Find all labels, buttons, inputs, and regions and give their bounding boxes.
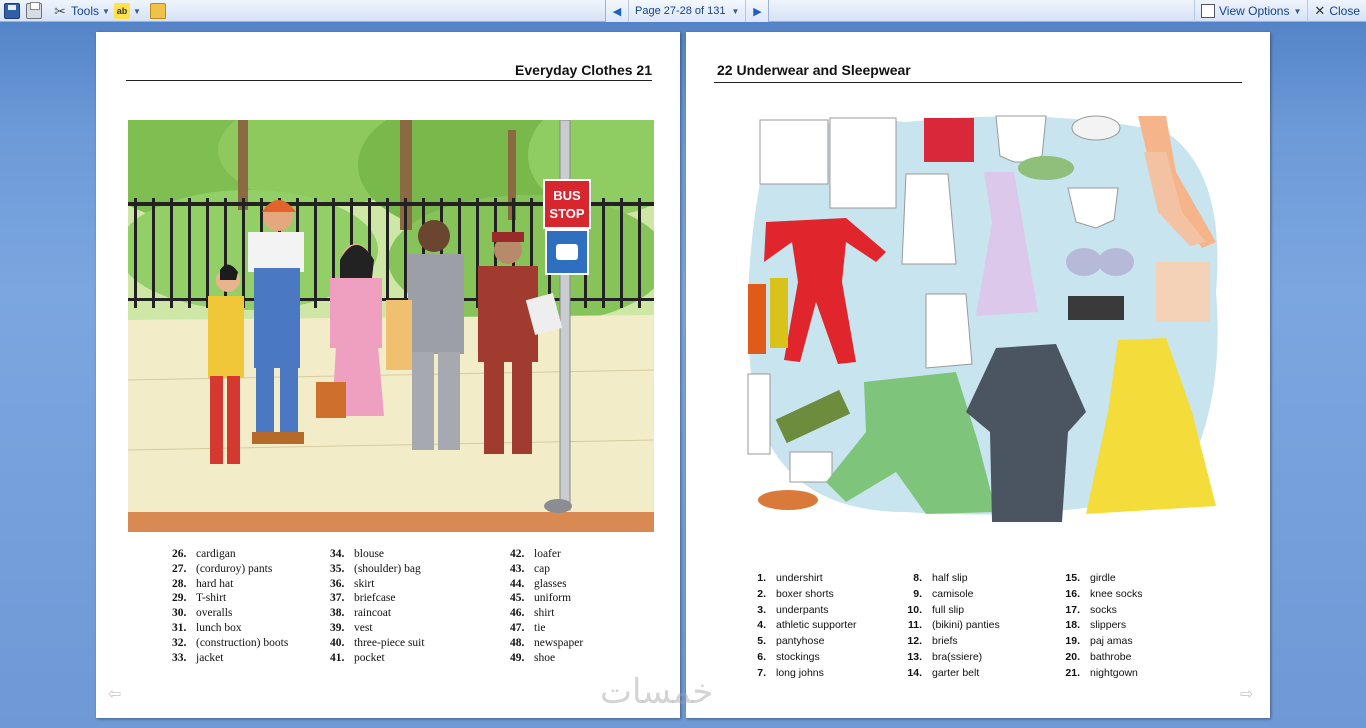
close-icon: ✕ [1314,3,1326,18]
tools-menu-button[interactable]: ✂ Tools ▼ [52,2,110,20]
vocab-item: 48. newspaper [510,636,584,649]
vocab-item: 4. athletic supporter [757,619,857,632]
bus-sign-line2: STOP [549,206,584,221]
vocab-item: 36. skirt [330,577,375,590]
vocab-item: 15. girdle [1065,572,1116,584]
vocab-item: 47. tie [510,621,546,634]
arrow-left-icon: ◀ [612,5,622,18]
vocab-column-2: 8. half slip 9. camisole 10. full slip 11.(… [906,571,1000,682]
vocab-item: 34. blouse [330,548,385,560]
vocab-item: 14. garter belt [907,666,980,679]
right-page: 22 Underwear and Sleepwear 1. undershirt… [686,32,1270,718]
vocab-item: 43. cap [510,562,550,575]
chevron-down-icon: ▼ [102,6,110,16]
save-button[interactable] [4,2,20,20]
vocab-item: 7. long johns [757,666,824,679]
vocab-item: 20. bathrobe [1065,650,1132,663]
chevron-down-icon: ▼ [731,6,740,16]
page-navigator: ◀ Page 27-28 of 131 ▼ ▶ [605,0,770,22]
vocab-item: 21. nightgown [1065,666,1138,679]
vocab-item: 42. loafer [510,548,561,560]
vocab-item: 40. three-piece suit [330,636,425,649]
right-page-heading: 22 Underwear and Sleepwear [717,62,911,78]
vocab-item: 27. (corduroy) pants [172,562,273,575]
tools-label: Tools [71,4,100,18]
vocab-item: 33. jacket [172,651,224,664]
vocab-column-1: 1. undershirt 2. boxer shorts 3. underpants… [750,571,857,682]
vocab-item: 44. glasses [510,577,567,590]
vocab-item: 13. bra(ssiere) [907,650,983,663]
vocab-column-1: 26. cardigan 27. (corduroy) pants 28. hard … [172,547,288,665]
close-label: Close [1329,4,1360,18]
highlight-button[interactable]: ab ▼ [114,2,141,20]
heading-rule [714,82,1242,83]
vocab-item: 10. full slip [907,603,965,616]
folder-icon [150,3,166,19]
vocab-item: 31. lunch box [172,621,242,634]
vocab-item: 16. knee socks [1065,587,1143,600]
next-page-button[interactable]: ▶ [746,0,768,22]
print-button[interactable] [26,2,42,20]
vocab-item: 19. paj amas [1065,635,1133,648]
view-options-button[interactable]: View Options ▼ [1194,0,1307,22]
underwear-sleepwear-illustration [746,112,1226,522]
left-page-heading: Everyday Clothes 21 [515,62,652,78]
bus-sign-line1: BUS [553,188,581,203]
highlighter-icon: ab [114,3,130,19]
arrow-right-icon: ▶ [753,5,762,18]
vocab-item: 39. vest [330,621,373,634]
tools-icon: ✂ [54,3,66,19]
vocab-item: 17. socks [1065,603,1117,616]
print-icon [26,2,42,19]
vocab-column-3: 42. loafer 43. cap 44. glasses 45. uniform 4… [510,547,583,665]
save-icon [4,3,20,19]
vocab-item: 12. briefs [907,635,958,648]
heading-rule [126,80,652,81]
previous-page-button[interactable]: ◀ [606,0,628,22]
vocab-item: 46. shirt [510,607,555,620]
vocab-item: 5. pantyhose [757,635,825,648]
vocab-item: 38. raincoat [330,607,392,620]
vocab-item: 18. slippers [1065,619,1127,632]
vocab-item: 41. pocket [330,651,385,664]
vocab-item: 45. uniform [510,592,572,605]
vocab-item: 9. camisole [913,587,974,600]
vocab-item: 3. underpants [757,603,829,616]
watermark: خمسات [600,672,714,712]
vocab-item: 29. T-shirt [172,592,227,605]
next-page-arrow-icon[interactable]: ⇨ [1240,687,1258,703]
vocab-item: 11. (bikini) panties [907,619,1000,632]
vocab-item: 32. (construction) boots [172,636,289,649]
page-select[interactable]: Page 27-28 of 131 ▼ [628,0,747,22]
close-button[interactable]: ✕ Close [1307,0,1366,22]
vocab-item: 8. half slip [913,572,968,584]
vocab-item: 6. stockings [757,650,820,663]
chevron-down-icon: ▼ [133,6,141,16]
vocab-column-3: 15. girdle 16. knee socks 17. socks 18. slip… [1064,571,1143,682]
chevron-down-icon: ▼ [1293,6,1302,16]
vocab-item: 49. shoe [510,651,556,664]
vocab-item: 35. (shoulder) bag [330,562,421,575]
reading-toolbar: ✂ Tools ▼ ab ▼ ◀ Page 27-28 of 131 ▼ ▶ V… [0,0,1366,22]
vocab-item: 26. cardigan [172,548,236,560]
left-page: Everyday Clothes 21 BUS STOP 26. cardiga… [96,32,680,718]
vocab-column-2: 34. blouse 35. (shoulder) bag 36. skirt 3… [330,547,425,665]
previous-page-arrow-icon[interactable]: ⇦ [108,687,126,703]
page-indicator: Page 27-28 of 131 [635,5,726,17]
vocab-item: 37. briefcase [330,592,396,605]
open-folder-button[interactable] [150,2,166,20]
vocab-item: 28. hard hat [172,577,234,590]
vocab-item: 2. boxer shorts [757,587,834,600]
everyday-clothes-illustration: BUS STOP [128,120,654,532]
vocab-item: 1. undershirt [757,572,823,584]
view-options-icon [1201,4,1215,18]
view-options-label: View Options [1219,4,1290,18]
vocab-item: 30. overalls [172,607,233,620]
